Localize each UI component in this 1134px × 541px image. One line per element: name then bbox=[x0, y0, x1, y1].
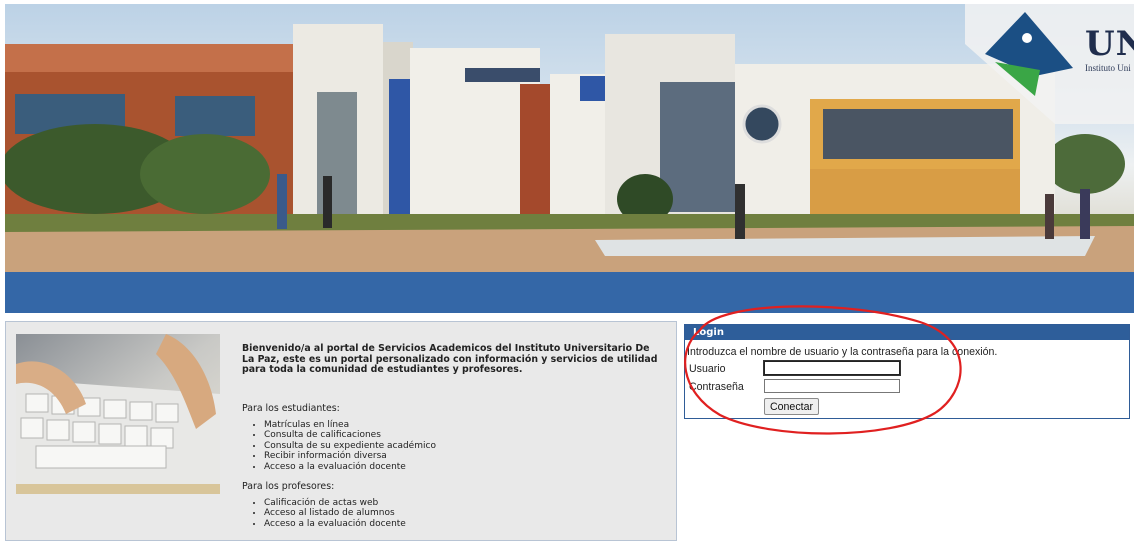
teachers-title: Para los profesores: bbox=[242, 481, 335, 492]
teachers-services-list: Calificación de actas web Acceso al list… bbox=[242, 498, 406, 529]
login-instructions: Introduzca el nombre de usuario y la con… bbox=[687, 346, 998, 358]
welcome-intro: Bienvenido/a al portal de Servicios Acad… bbox=[242, 343, 658, 375]
list-item: Calificación de actas web bbox=[264, 498, 406, 508]
list-item: Consulta de calificaciones bbox=[264, 430, 436, 440]
logo-subtitle: Instituto Uni bbox=[1085, 63, 1131, 73]
login-title: Login bbox=[685, 325, 1129, 340]
list-item: Consulta de su expediente académico bbox=[264, 441, 436, 451]
username-label: Usuario bbox=[689, 363, 726, 375]
logo-text: UN bbox=[1085, 24, 1134, 64]
students-services-list: Matrículas en línea Consulta de califica… bbox=[242, 420, 436, 472]
password-input[interactable] bbox=[764, 379, 900, 393]
campus-banner: UN Instituto Uni bbox=[5, 4, 1134, 272]
username-input[interactable] bbox=[763, 360, 901, 376]
password-label: Contraseña bbox=[689, 381, 744, 393]
students-title: Para los estudiantes: bbox=[242, 403, 340, 414]
list-item: Recibir información diversa bbox=[264, 451, 436, 461]
login-panel: Login Introduzca el nombre de usuario y … bbox=[684, 324, 1130, 419]
list-item: Matrículas en línea bbox=[264, 420, 436, 430]
nav-bar bbox=[5, 272, 1134, 313]
list-item: Acceso al listado de alumnos bbox=[264, 508, 406, 518]
list-item: Acceso a la evaluación docente bbox=[264, 519, 406, 529]
campus-photo bbox=[5, 4, 1134, 272]
list-item: Acceso a la evaluación docente bbox=[264, 462, 436, 472]
keyboard-image bbox=[16, 334, 220, 494]
welcome-panel: Bienvenido/a al portal de Servicios Acad… bbox=[5, 321, 677, 541]
connect-button[interactable]: Conectar bbox=[764, 398, 819, 415]
